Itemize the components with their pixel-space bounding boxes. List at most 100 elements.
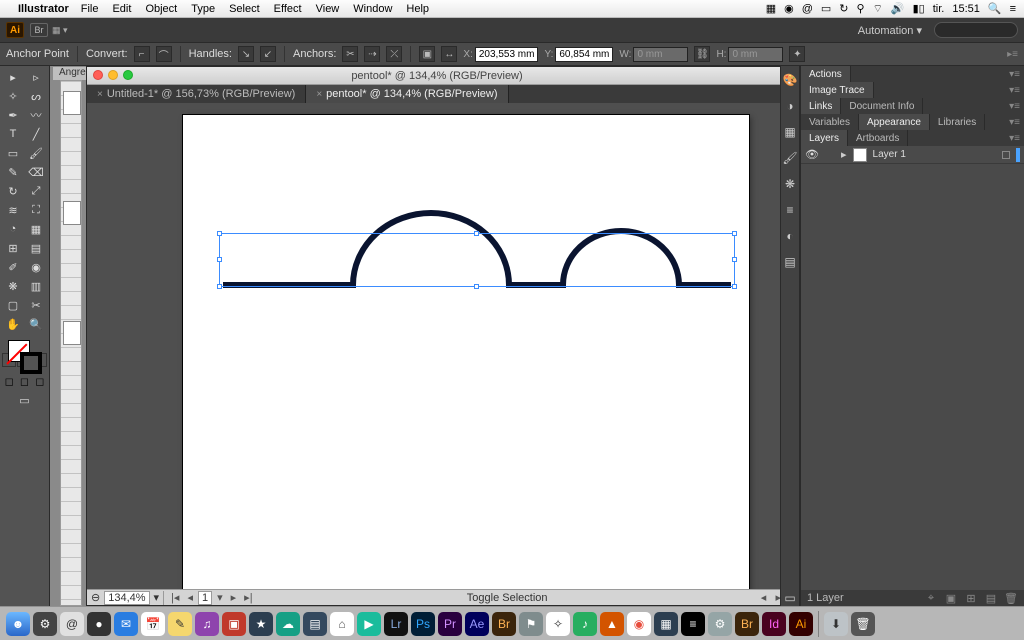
x-field[interactable]: X: 203,553 mm	[463, 47, 538, 62]
battery-icon[interactable]: ▮▯	[913, 2, 925, 15]
disclosure-icon[interactable]: ▸	[841, 148, 847, 161]
notifications-icon[interactable]: ≡	[1010, 3, 1016, 15]
dock-app-icon[interactable]: ✉	[114, 612, 138, 636]
type-tool[interactable]: T	[2, 125, 24, 143]
hand-tool[interactable]: ✋	[2, 315, 24, 333]
photoshop-app-icon[interactable]: Ps	[411, 612, 435, 636]
perspective-tool[interactable]: ▦	[25, 220, 47, 238]
tab-image-trace[interactable]: Image Trace	[801, 82, 874, 98]
dock-app-icon[interactable]: @	[60, 612, 84, 636]
lightroom-app-icon[interactable]: Lr	[384, 612, 408, 636]
y-field[interactable]: Y: 60,854 mm	[544, 47, 613, 62]
zoom-control[interactable]: ⊖ 134,4% ▾	[87, 591, 164, 605]
cc-icon[interactable]: ◉	[784, 2, 794, 15]
canvas[interactable]	[87, 103, 787, 589]
bridge-button[interactable]: Br	[30, 23, 48, 37]
lasso-tool[interactable]: ᔕ	[25, 87, 47, 105]
locate-layer-icon[interactable]: ⌖	[924, 592, 938, 605]
gradient-tool[interactable]: ▤	[25, 239, 47, 257]
dock-app-icon[interactable]: ⚑	[519, 612, 543, 636]
prev-artboard-icon[interactable]: ◂	[184, 591, 196, 604]
workspace-switcher[interactable]: Automation ▾	[852, 22, 928, 39]
tab-variables[interactable]: Variables	[801, 114, 859, 130]
panel-menu-icon[interactable]: ▾≡	[1005, 114, 1024, 130]
paintbrush-tool[interactable]: 🖌	[25, 144, 47, 162]
tab-actions[interactable]: Actions	[801, 66, 851, 82]
bluetooth-icon[interactable]: ⚲	[857, 2, 865, 15]
dock-app-icon[interactable]: ▣	[222, 612, 246, 636]
menu-edit[interactable]: Edit	[112, 3, 131, 15]
link-wh-button[interactable]: ⛓	[694, 46, 710, 62]
zoom-out-icon[interactable]: ⊖	[91, 591, 100, 604]
new-sublayer-icon[interactable]: ⊞	[964, 592, 978, 605]
fill-stroke-swatches[interactable]	[2, 338, 47, 376]
align-ref-button[interactable]: ↔	[441, 46, 457, 62]
artboard-dropdown-icon[interactable]: ▾	[214, 591, 226, 604]
artwork-path[interactable]	[183, 115, 749, 589]
nav-thumb[interactable]	[63, 91, 81, 115]
finder-app-icon[interactable]: ☻	[6, 612, 30, 636]
bbox-handle[interactable]	[474, 284, 479, 289]
dock-app-icon[interactable]: ⚙	[708, 612, 732, 636]
menu-view[interactable]: View	[316, 3, 340, 15]
aftereffects-app-icon[interactable]: Ae	[465, 612, 489, 636]
color-guide-panel-icon[interactable]: ◑	[782, 98, 798, 114]
rectangle-tool[interactable]: ▭	[2, 144, 24, 162]
bbox-handle[interactable]	[732, 284, 737, 289]
doc-titlebar[interactable]: pentool* @ 134,4% (RGB/Preview)	[87, 67, 787, 85]
dock-app-icon[interactable]: ♪	[573, 612, 597, 636]
eyedropper-tool[interactable]: ✐	[2, 258, 24, 276]
expand-panels-icon[interactable]: ▭	[782, 590, 798, 606]
eraser-tool[interactable]: ⌫	[25, 163, 47, 181]
menu-select[interactable]: Select	[229, 3, 260, 15]
dock-app-icon[interactable]: ⌂	[330, 612, 354, 636]
graph-tool[interactable]: ▥	[25, 277, 47, 295]
illustrator-app-icon[interactable]: Ai	[789, 612, 813, 636]
shape-builder-tool[interactable]: ◔	[2, 220, 24, 238]
dock-app-icon[interactable]: ♫	[195, 612, 219, 636]
search-input[interactable]	[934, 22, 1018, 38]
status-center[interactable]: Toggle Selection	[260, 592, 755, 604]
maximize-icon[interactable]	[123, 70, 133, 80]
dock-app-icon[interactable]: ▲	[600, 612, 624, 636]
bbox-handle[interactable]	[217, 284, 222, 289]
line-tool[interactable]: ╱	[25, 125, 47, 143]
panel-menu-icon[interactable]: ▾≡	[1005, 130, 1024, 146]
swatches-panel-icon[interactable]: ▦	[782, 124, 798, 140]
trash-icon[interactable]: 🗑	[851, 612, 875, 636]
color-panel-icon[interactable]: 🎨	[782, 72, 798, 88]
bridge-app-icon[interactable]: Br	[492, 612, 516, 636]
nav-thumb[interactable]	[63, 321, 81, 345]
draw-inside[interactable]: ◻	[33, 374, 47, 388]
menu-object[interactable]: Object	[145, 3, 177, 15]
pencil-tool[interactable]: ✎	[2, 163, 24, 181]
make-clipping-icon[interactable]: ▣	[944, 592, 958, 605]
bbox-handle[interactable]	[732, 231, 737, 236]
delete-layer-icon[interactable]: 🗑	[1004, 592, 1018, 605]
menu-file[interactable]: File	[81, 3, 99, 15]
target-icon[interactable]	[1002, 151, 1010, 159]
dock-app-icon[interactable]: ★	[249, 612, 273, 636]
menu-type[interactable]: Type	[191, 3, 215, 15]
dock-app-icon[interactable]: ▦	[654, 612, 678, 636]
chrome-app-icon[interactable]: ◉	[627, 612, 651, 636]
handles-hide-button[interactable]: ↙	[260, 46, 276, 62]
clock-time[interactable]: 15:51	[952, 3, 980, 15]
dock-app-icon[interactable]: ☁	[276, 612, 300, 636]
minimize-icon[interactable]	[108, 70, 118, 80]
tab-appearance[interactable]: Appearance	[859, 114, 930, 130]
cut-path-button[interactable]: ⤫	[386, 46, 402, 62]
dock-app-icon[interactable]: 📅	[141, 612, 165, 636]
width-tool[interactable]: ≋	[2, 201, 24, 219]
tab-untitled[interactable]: ×Untitled-1* @ 156,73% (RGB/Preview)	[87, 85, 306, 103]
artboard-nav[interactable]: |◂ ◂ 1 ▾ ▸ ▸|	[164, 591, 260, 605]
connect-anchor-button[interactable]: ⇢	[364, 46, 380, 62]
close-icon[interactable]	[93, 70, 103, 80]
panel-menu-icon[interactable]: ▾≡	[1005, 82, 1024, 98]
bbox-handle[interactable]	[732, 257, 737, 262]
zoom-dropdown-icon[interactable]: ▾	[154, 591, 160, 604]
convert-corner-button[interactable]: ⌐	[134, 46, 150, 62]
isolate-button[interactable]: ▣	[419, 46, 435, 62]
magic-wand-tool[interactable]: ✧	[2, 87, 24, 105]
tab-layers[interactable]: Layers	[801, 130, 848, 146]
